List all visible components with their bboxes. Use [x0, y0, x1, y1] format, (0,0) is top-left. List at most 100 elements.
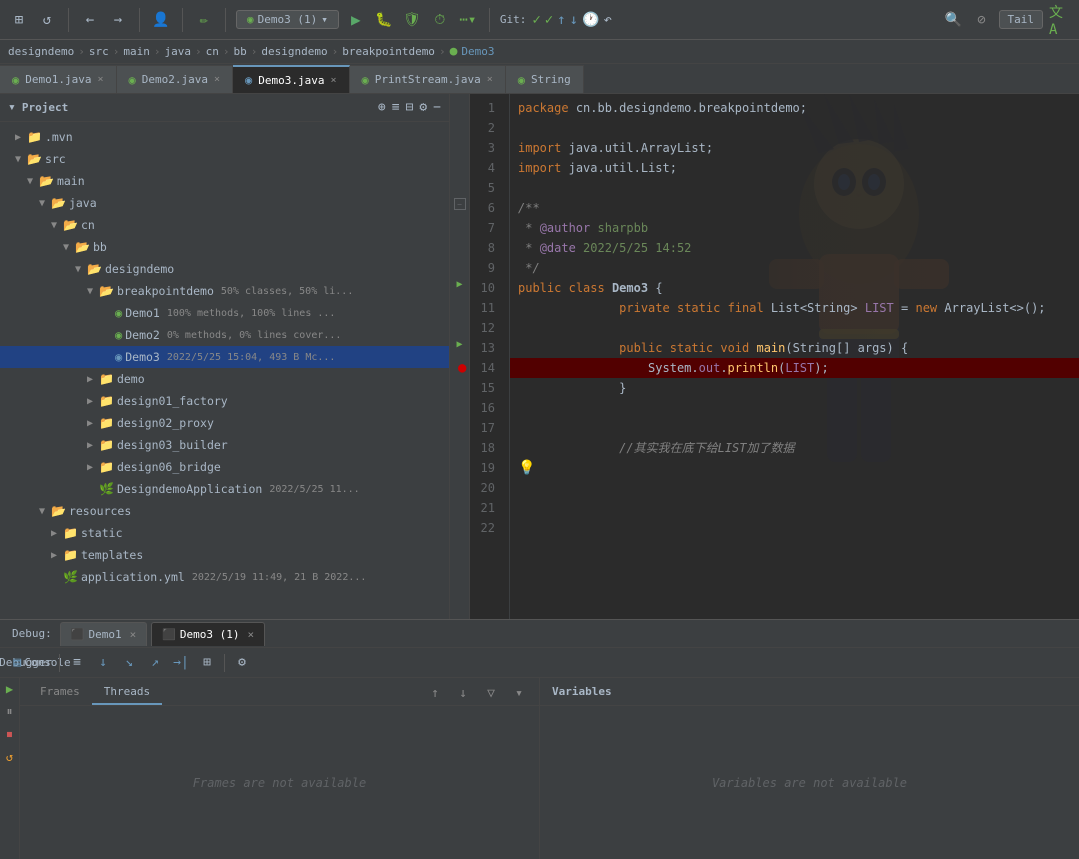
- debug-session-tab-demo1[interactable]: ⬛ Demo1 ×: [60, 622, 147, 646]
- ln-1: 1: [470, 98, 501, 118]
- tree-item-designdemo[interactable]: ▼ 📂 designdemo: [0, 258, 449, 280]
- breadcrumb-item-designdemo[interactable]: designdemo: [8, 45, 74, 58]
- tree-item-designapp[interactable]: 🌿 DesigndemoApplication 2022/5/25 11...: [0, 478, 449, 500]
- search-icon[interactable]: 🔍: [943, 9, 965, 31]
- breadcrumb-item-src[interactable]: src: [89, 45, 109, 58]
- fold-6[interactable]: −: [454, 198, 466, 210]
- rerun-debug-icon[interactable]: ↺: [6, 750, 13, 764]
- frames-filter-btn[interactable]: ▽: [479, 681, 503, 705]
- tab-demo1[interactable]: ◉ Demo1.java ×: [0, 65, 117, 93]
- git-fetch-icon[interactable]: ✓: [532, 12, 540, 28]
- tree-item-main[interactable]: ▼ 📂 main: [0, 170, 449, 192]
- breadcrumb-item-cn[interactable]: cn: [206, 45, 219, 58]
- breadcrumb-item-main[interactable]: main: [123, 45, 150, 58]
- tab-close-printstream[interactable]: ×: [487, 74, 493, 85]
- settings-btn[interactable]: ⚙: [230, 651, 254, 675]
- debug-button[interactable]: 🐛: [373, 9, 395, 31]
- run-button[interactable]: ▶: [345, 9, 367, 31]
- project-close-icon[interactable]: −: [433, 100, 441, 115]
- breadcrumb-item-breakpointdemo[interactable]: breakpointdemo: [342, 45, 435, 58]
- profile-button[interactable]: ⏱: [429, 9, 451, 31]
- layout-btn[interactable]: ≡: [65, 651, 89, 675]
- tree-item-breakpointdemo[interactable]: ▼ 📂 breakpointdemo 50% classes, 50% li..…: [0, 280, 449, 302]
- tree-item-mvn[interactable]: ▶ 📁 .mvn: [0, 126, 449, 148]
- tree-item-src[interactable]: ▼ 📂 src: [0, 148, 449, 170]
- tab-close-demo1[interactable]: ×: [97, 74, 103, 85]
- translate-icon[interactable]: 文A: [1049, 9, 1071, 31]
- label-cn: cn: [81, 218, 95, 232]
- project-collapse-icon[interactable]: ⊟: [406, 100, 414, 115]
- tree-item-cn[interactable]: ▼ 📂 cn: [0, 214, 449, 236]
- tree-item-static[interactable]: ▶ 📁 static: [0, 522, 449, 544]
- caret-java: ▼: [36, 198, 48, 209]
- step-out-btn[interactable]: ↗: [143, 651, 167, 675]
- tree-item-design03[interactable]: ▶ 📁 design03_builder: [0, 434, 449, 456]
- caret-demo-folder: ▶: [84, 374, 96, 385]
- back-button[interactable]: ←: [79, 9, 101, 31]
- code-lines: package cn.bb.designdemo.breakpointdemo;…: [510, 94, 1079, 619]
- frames-down-btn[interactable]: ↓: [451, 681, 475, 705]
- project-settings-icon[interactable]: ⚙: [419, 100, 427, 115]
- tab-close-demo2[interactable]: ×: [214, 74, 220, 85]
- tab-string[interactable]: ◉ String: [506, 65, 584, 93]
- tree-item-templates[interactable]: ▶ 📁 templates: [0, 544, 449, 566]
- evaluate-btn[interactable]: ⊞: [195, 651, 219, 675]
- frames-subtab[interactable]: Frames: [28, 679, 92, 705]
- tree-item-demo1[interactable]: ◉ Demo1 100% methods, 100% lines ...: [0, 302, 449, 324]
- tree-item-design02[interactable]: ▶ 📁 design02_proxy: [0, 412, 449, 434]
- toolbar-icon-1[interactable]: ⊞: [8, 9, 30, 31]
- forward-button[interactable]: →: [107, 9, 129, 31]
- more-run-button[interactable]: ⋯▾: [457, 9, 479, 31]
- project-expand-icon[interactable]: ≡: [392, 100, 400, 115]
- git-pull-icon[interactable]: ↓: [570, 12, 578, 28]
- debug-session-close-demo3[interactable]: ×: [248, 628, 255, 641]
- threads-subtab[interactable]: Threads: [92, 679, 162, 705]
- breadcrumb-item-designdemo2[interactable]: designdemo: [261, 45, 327, 58]
- tree-item-demo-folder[interactable]: ▶ 📁 demo: [0, 368, 449, 390]
- user-icon[interactable]: 👤: [150, 9, 172, 31]
- tree-item-java[interactable]: ▼ 📂 java: [0, 192, 449, 214]
- tree-item-demo3[interactable]: ◉ Demo3 2022/5/25 15:04, 493 B Mc...: [0, 346, 449, 368]
- breadcrumb-item-java[interactable]: java: [164, 45, 191, 58]
- debug-session-close-demo1[interactable]: ×: [130, 628, 137, 641]
- frames-more-btn[interactable]: ▾: [507, 681, 531, 705]
- tail-button[interactable]: Tail: [999, 10, 1044, 29]
- green-tool-icon[interactable]: ✏: [193, 9, 215, 31]
- stop-icon[interactable]: ⊘: [971, 9, 993, 31]
- project-add-icon[interactable]: ⊕: [378, 100, 386, 115]
- debug-session-tab-demo3[interactable]: ⬛ Demo3 (1) ×: [151, 622, 265, 646]
- tab-close-demo3[interactable]: ×: [330, 75, 336, 86]
- tree-item-bb[interactable]: ▼ 📂 bb: [0, 236, 449, 258]
- tree-item-design06[interactable]: ▶ 📁 design06_bridge: [0, 456, 449, 478]
- tree-item-demo2[interactable]: ◉ Demo2 0% methods, 0% lines cover...: [0, 324, 449, 346]
- step-into-btn[interactable]: ↘: [117, 651, 141, 675]
- tab-label-demo1: Demo1.java: [25, 73, 91, 86]
- toolbar-icon-2[interactable]: ↺: [36, 9, 58, 31]
- step-over-btn[interactable]: ↓: [91, 651, 115, 675]
- git-undo-icon[interactable]: ↶: [604, 12, 612, 28]
- code-content: − ▶ ▶ 1 2 3 4 5 6 7 8: [450, 94, 1079, 619]
- pause-debug-icon[interactable]: ⏸: [6, 704, 12, 719]
- run-config-icon: ◉: [247, 13, 254, 26]
- git-history-icon[interactable]: 🕐: [582, 12, 599, 28]
- project-dropdown-icon[interactable]: ▾: [8, 100, 16, 115]
- breadcrumb-item-bb[interactable]: bb: [233, 45, 246, 58]
- frames-up-btn[interactable]: ↑: [423, 681, 447, 705]
- tab-demo2[interactable]: ◉ Demo2.java ×: [117, 65, 234, 93]
- tab-printstream[interactable]: ◉ PrintStream.java ×: [350, 65, 506, 93]
- stop-debug-icon[interactable]: ⏹: [6, 727, 12, 742]
- java-icon-demo2: ◉: [115, 328, 122, 342]
- play-debug-icon[interactable]: ▶: [6, 682, 13, 696]
- tree-item-appyml[interactable]: 🌿 application.yml 2022/5/19 11:49, 21 B …: [0, 566, 449, 588]
- breadcrumb-item-demo3[interactable]: Demo3: [461, 45, 494, 58]
- coverage-button[interactable]: 🛡: [401, 9, 423, 31]
- tab-demo3[interactable]: ◉ Demo3.java ×: [233, 65, 350, 93]
- run-config-button[interactable]: ◉ Demo3 (1) ▾: [236, 10, 339, 29]
- run-cursor-btn[interactable]: →|: [169, 651, 193, 675]
- console-tab-btn[interactable]: ▤ Console: [30, 651, 54, 675]
- git-check-icon[interactable]: ✓: [545, 12, 553, 28]
- git-push-icon[interactable]: ↑: [557, 12, 565, 28]
- tab-icon-string: ◉: [518, 73, 525, 87]
- tree-item-design01[interactable]: ▶ 📁 design01_factory: [0, 390, 449, 412]
- tree-item-resources[interactable]: ▼ 📂 resources: [0, 500, 449, 522]
